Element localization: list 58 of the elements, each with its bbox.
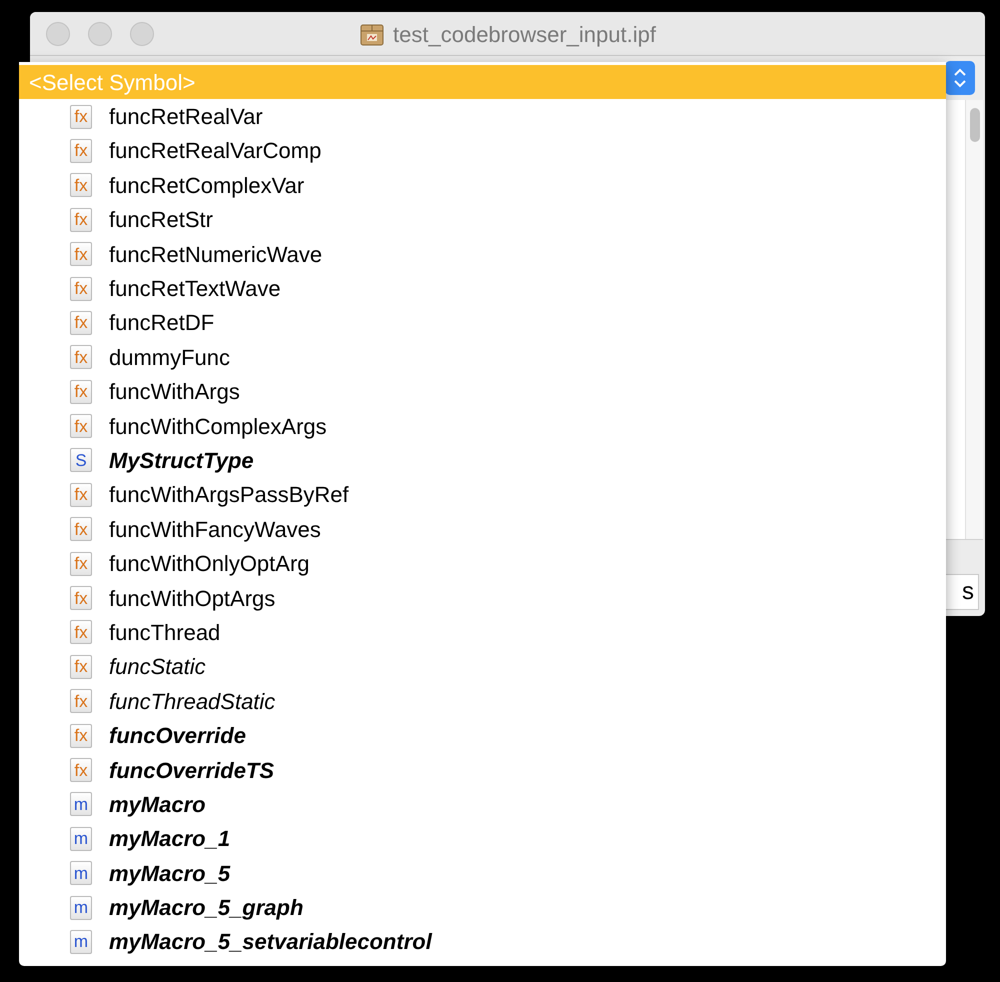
- scrollbar[interactable]: [965, 100, 983, 539]
- menu-item[interactable]: fx funcRetRealVarComp: [19, 134, 946, 168]
- function-icon: fx: [70, 208, 92, 232]
- function-icon: fx: [70, 380, 92, 404]
- function-icon: fx: [70, 758, 92, 782]
- menu-item[interactable]: fx funcWithOptArgs: [19, 580, 946, 616]
- function-icon: fx: [70, 276, 92, 301]
- menu-item[interactable]: fx funcWithOnlyOptArg: [19, 546, 946, 581]
- function-icon: fx: [70, 310, 92, 335]
- menu-item[interactable]: fx funcWithComplexArgs: [19, 408, 946, 444]
- macro-icon: m: [70, 861, 92, 886]
- menu-item[interactable]: fx funcWithArgsPassByRef: [19, 478, 946, 512]
- menu-item[interactable]: m myMacro_5_graph: [19, 890, 946, 925]
- function-icon: fx: [70, 138, 92, 163]
- close-button[interactable]: [46, 22, 70, 46]
- structure-icon: S: [70, 448, 92, 472]
- menu-item[interactable]: fx funcRetDF: [19, 306, 946, 340]
- scrollbar-thumb[interactable]: [970, 108, 980, 142]
- stepper-button[interactable]: [945, 61, 975, 95]
- function-icon: fx: [70, 242, 92, 266]
- menu-item[interactable]: fx funcStatic: [19, 650, 946, 684]
- window-title: test_codebrowser_input.ipf: [393, 20, 656, 49]
- menu-item[interactable]: fx funcRetStr: [19, 202, 946, 237]
- function-icon: fx: [70, 414, 92, 438]
- function-icon: fx: [70, 586, 92, 610]
- function-icon: fx: [70, 104, 92, 129]
- menu-item[interactable]: fx funcWithArgs: [19, 374, 946, 409]
- menu-item[interactable]: fx funcOverride: [19, 718, 946, 753]
- menu-item[interactable]: m myMacro: [19, 787, 946, 822]
- menu-item[interactable]: fx funcRetTextWave: [19, 271, 946, 306]
- menu-item[interactable]: fx funcWithFancyWaves: [19, 512, 946, 546]
- function-icon: fx: [70, 552, 92, 576]
- menu-item[interactable]: fx funcThread: [19, 615, 946, 650]
- zoom-button[interactable]: [130, 22, 154, 46]
- minimize-button[interactable]: [88, 22, 112, 46]
- function-icon: fx: [70, 482, 92, 507]
- function-icon: fx: [70, 173, 92, 198]
- menu-item[interactable]: fx dummyFunc: [19, 340, 946, 375]
- menu-item[interactable]: fx funcRetRealVar: [19, 99, 946, 134]
- function-icon: fx: [70, 345, 92, 370]
- function-icon: fx: [70, 689, 92, 714]
- menu-item[interactable]: fx funcThreadStatic: [19, 684, 946, 718]
- macro-icon: m: [70, 896, 92, 920]
- function-icon: fx: [70, 517, 92, 542]
- menu-item[interactable]: fx funcOverrideTS: [19, 752, 946, 788]
- macro-icon: m: [70, 826, 92, 851]
- macro-icon: m: [70, 792, 92, 816]
- function-icon: fx: [70, 654, 92, 679]
- function-icon: fx: [70, 620, 92, 644]
- up-down-arrows-icon: [953, 67, 967, 89]
- menu-item[interactable]: m myMacro_5_setvariablecontrol: [19, 924, 946, 960]
- menu-item[interactable]: S MyStructType: [19, 443, 946, 478]
- menu-item[interactable]: m myMacro_5: [19, 856, 946, 890]
- menu-item[interactable]: fx funcRetNumericWave: [19, 236, 946, 272]
- menu-item[interactable]: m myMacro_1: [19, 822, 946, 856]
- macro-icon: m: [70, 930, 92, 954]
- menu-item[interactable]: fx funcRetComplexVar: [19, 168, 946, 203]
- function-icon: fx: [70, 724, 92, 748]
